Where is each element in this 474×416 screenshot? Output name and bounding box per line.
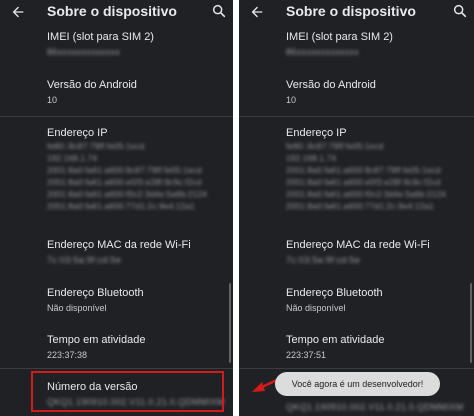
wifi-mac-value: 7c:03:5a:9f:cd:5e [286,255,361,265]
ip-line: 2001:8a0:fa61:a600:8c87:79ff:fe05:1ecd [286,166,441,175]
settings-panel-right: Sobre o dispositivo IMEI (slot para SIM … [239,0,474,416]
uptime-item[interactable]: Tempo em atividade 223:37:51 [286,334,468,361]
back-arrow-icon[interactable] [10,4,26,20]
ip-address-label: Endereço IP [47,127,108,139]
wifi-mac-item[interactable]: Endereço MAC da rede Wi-Fi 7c:03:5a:9f:c… [47,239,227,266]
imei-label: IMEI (slot para SIM 2) [286,31,393,43]
android-version-item[interactable]: Versão do Android 10 [47,79,227,106]
ip-address-item[interactable]: Endereço IP fe80::8c87:79ff:fe05:1ecd 19… [47,127,227,212]
section-divider [0,368,233,369]
wifi-mac-label: Endereço MAC da rede Wi-Fi [286,239,430,251]
back-arrow-icon[interactable] [249,4,265,20]
wifi-mac-value: 7c:03:5a:9f:cd:5e [47,255,122,265]
imei-label: IMEI (slot para SIM 2) [47,31,154,43]
app-bar: Sobre o dispositivo [239,0,474,26]
search-icon[interactable] [211,3,227,19]
uptime-label: Tempo em atividade [286,334,385,346]
ip-line: 2001:8a0:fa61:a600:e5f3:e28f:9c9c:f2cd [47,178,202,187]
scrollbar[interactable] [229,283,231,363]
imei-item[interactable]: IMEI (slot para SIM 2) 86xxxxxxxxxxxxx [47,31,227,58]
uptime-value: 223:37:51 [286,350,327,360]
ip-address-item[interactable]: Endereço IP fe80::8c87:79ff:fe05:1ecd 19… [286,127,468,212]
android-version-item[interactable]: Versão do Android 10 [286,79,468,106]
ip-line: fe80::8c87:79ff:fe05:1ecd [47,142,145,151]
android-version-value: 10 [286,95,297,105]
section-divider [239,116,474,117]
bluetooth-value: Não disponível [286,303,346,313]
imei-value: 86xxxxxxxxxxxxx [47,47,121,57]
search-icon[interactable] [452,3,468,19]
uptime-item[interactable]: Tempo em atividade 223:37:38 [47,334,227,361]
build-number-item[interactable]: QKQ1.190910.002.V11.0.21.0.QDMMIXM [286,399,468,413]
build-number-highlight-box [31,371,224,412]
bluetooth-label: Endereço Bluetooth [286,287,383,299]
settings-panel-left: Sobre o dispositivo IMEI (slot para SIM … [0,0,233,416]
bluetooth-value: Não disponível [47,303,107,313]
android-version-label: Versão do Android [47,79,137,91]
uptime-value: 223:37:38 [47,350,88,360]
ip-line: 2001:8a0:fa61:a600:8c87:79ff:fe05:1ecd [47,166,202,175]
ip-line: 2001:8a0:fa61:a600:f0c2:3d4e:5a6b:2124 [47,190,207,199]
page-title: Sobre o dispositivo [47,3,177,19]
section-divider [239,368,474,369]
page-title: Sobre o dispositivo [286,3,416,19]
imei-item[interactable]: IMEI (slot para SIM 2) 86xxxxxxxxxxxxx [286,31,468,58]
app-bar: Sobre o dispositivo [0,0,233,26]
bluetooth-item[interactable]: Endereço Bluetooth Não disponível [47,287,227,314]
scrollbar[interactable] [470,283,472,363]
developer-toast: Você agora é um desenvolvedor! [275,372,440,396]
build-number-value: QKQ1.190910.002.V11.0.21.0.QDMMIXM [286,402,464,412]
ip-line: fe80::8c87:79ff:fe05:1ecd [286,142,384,151]
android-version-value: 10 [47,95,58,105]
ip-line: 192.168.1.74 [286,154,337,163]
ip-line: 2001:8a0:fa61:a600:77d1:2c:9e4:12a1 [286,202,434,211]
ip-line: 2001:8a0:fa61:a600:f0c2:3d4e:5a6b:2124 [286,190,446,199]
bluetooth-item[interactable]: Endereço Bluetooth Não disponível [286,287,468,314]
ip-address-label: Endereço IP [286,127,347,139]
imei-value: 86xxxxxxxxxxxxx [286,47,360,57]
bluetooth-label: Endereço Bluetooth [47,287,144,299]
wifi-mac-item[interactable]: Endereço MAC da rede Wi-Fi 7c:03:5a:9f:c… [286,239,468,266]
ip-line: 2001:8a0:fa61:a600:e5f3:e28f:9c9c:f2cd [286,178,441,187]
section-divider [0,116,233,117]
ip-line: 192.168.1.74 [47,154,98,163]
android-version-label: Versão do Android [286,79,376,91]
wifi-mac-label: Endereço MAC da rede Wi-Fi [47,239,191,251]
uptime-label: Tempo em atividade [47,334,146,346]
ip-line: 2001:8a0:fa61:a600:77d1:2c:9e4:12a1 [47,202,195,211]
